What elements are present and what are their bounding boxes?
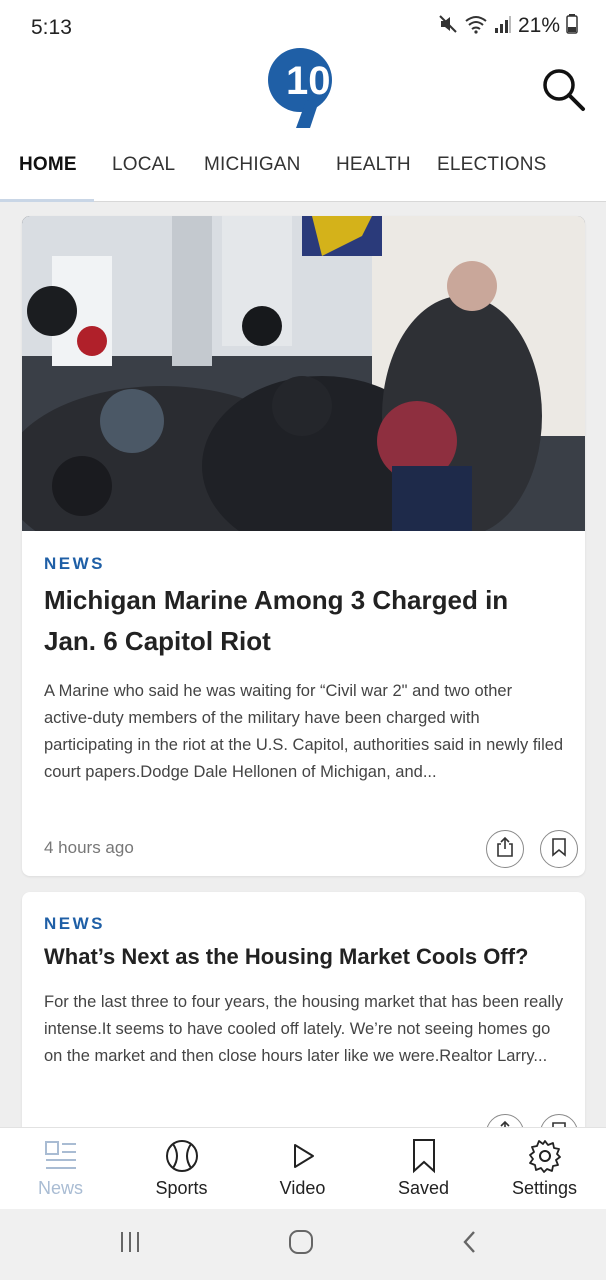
tab-elections[interactable]: ELECTIONS bbox=[437, 154, 547, 176]
status-time: 5:13 bbox=[31, 16, 72, 39]
share-button[interactable] bbox=[486, 830, 524, 868]
home-icon bbox=[288, 1229, 314, 1259]
app-header: 10 bbox=[0, 48, 606, 136]
sports-ball-icon bbox=[164, 1138, 200, 1174]
nav-sports[interactable]: Sports bbox=[121, 1128, 242, 1210]
article-hero-image bbox=[22, 216, 585, 531]
nav-label: Saved bbox=[397, 1178, 450, 1198]
article-summary: For the last three to four years, the ho… bbox=[44, 993, 564, 1065]
system-navigation-bar bbox=[0, 1209, 606, 1280]
gear-icon bbox=[527, 1138, 563, 1174]
article-card[interactable]: NEWS What’s Next as the Housing Market C… bbox=[22, 892, 585, 1152]
share-icon bbox=[495, 836, 515, 862]
mute-icon bbox=[438, 14, 458, 38]
nav-label: Sports bbox=[155, 1178, 208, 1198]
article-category: NEWS bbox=[44, 914, 105, 933]
tab-local[interactable]: LOCAL bbox=[112, 154, 175, 176]
article-timestamp: 4 hours ago bbox=[44, 838, 134, 857]
recent-apps-button[interactable] bbox=[110, 1229, 150, 1259]
nav-label: Settings bbox=[511, 1178, 578, 1198]
back-button[interactable] bbox=[450, 1229, 490, 1259]
nav-settings[interactable]: Settings bbox=[484, 1128, 605, 1210]
active-tab-indicator bbox=[0, 199, 94, 202]
nav-news[interactable]: News bbox=[0, 1128, 121, 1210]
wifi-icon bbox=[464, 14, 488, 38]
recent-apps-icon bbox=[118, 1230, 142, 1258]
bookmark-icon bbox=[406, 1138, 442, 1174]
bottom-navigation: News Sports Video Saved Settings bbox=[0, 1127, 606, 1209]
home-button[interactable] bbox=[281, 1229, 321, 1259]
bookmark-button[interactable] bbox=[540, 830, 578, 868]
tab-michigan[interactable]: MICHIGAN bbox=[204, 154, 301, 176]
status-icons: 21% bbox=[438, 14, 578, 38]
nav-label: Video bbox=[279, 1178, 326, 1198]
tab-home[interactable]: HOME bbox=[19, 154, 77, 176]
tab-health[interactable]: HEALTH bbox=[336, 154, 411, 176]
nav-video[interactable]: Video bbox=[242, 1128, 363, 1210]
news-icon bbox=[43, 1138, 79, 1174]
play-icon bbox=[285, 1138, 321, 1174]
station-logo[interactable]: 10 bbox=[266, 46, 340, 130]
signal-icon bbox=[494, 14, 512, 38]
bookmark-icon bbox=[551, 837, 567, 861]
article-summary: A Marine who said he was waiting for “Ci… bbox=[44, 682, 564, 781]
svg-text:10: 10 bbox=[286, 59, 331, 103]
article-category: NEWS bbox=[44, 554, 105, 573]
search-button[interactable] bbox=[538, 66, 588, 116]
article-card[interactable]: NEWS Michigan Marine Among 3 Charged in … bbox=[22, 216, 585, 876]
article-headline[interactable]: What’s Next as the Housing Market Cools … bbox=[44, 942, 574, 972]
section-tabs: HOME LOCAL MICHIGAN HEALTH ELECTIONS bbox=[0, 136, 606, 202]
article-headline[interactable]: Michigan Marine Among 3 Charged in Jan. … bbox=[44, 580, 564, 662]
battery-percent: 21% bbox=[517, 14, 560, 37]
nav-label: News bbox=[37, 1178, 83, 1198]
back-icon bbox=[460, 1229, 480, 1259]
battery-icon bbox=[566, 14, 578, 38]
nav-saved[interactable]: Saved bbox=[363, 1128, 484, 1210]
search-icon bbox=[540, 66, 586, 116]
